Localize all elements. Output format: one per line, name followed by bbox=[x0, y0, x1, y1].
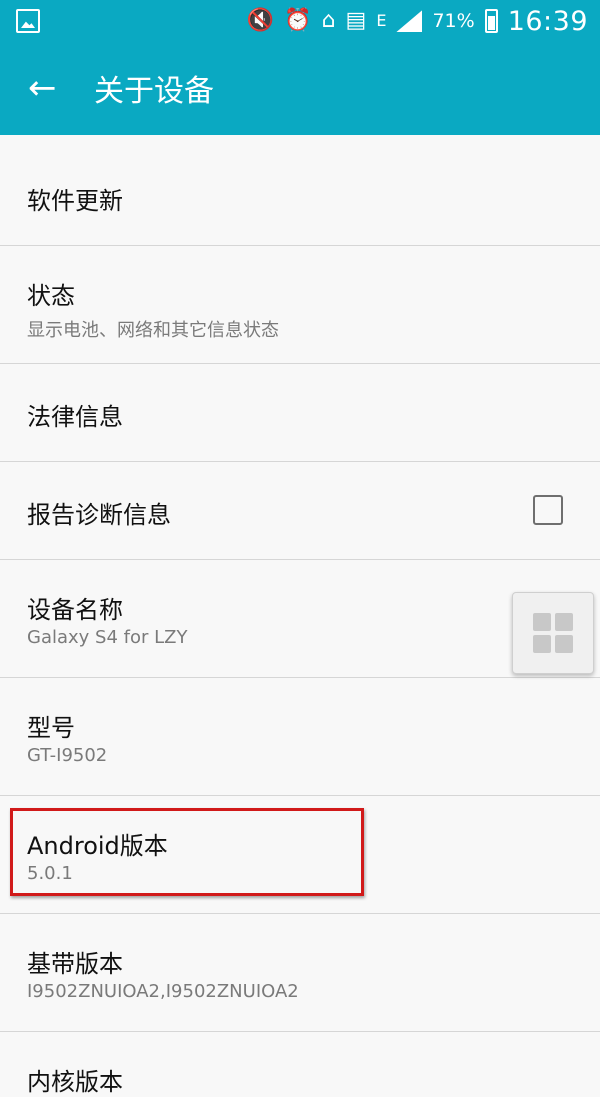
settings-list: 软件更新 状态 显示电池、网络和其它信息状态 法律信息 报告诊断信息 设备名称 … bbox=[0, 135, 600, 1096]
list-item-legal-info[interactable]: 法律信息 bbox=[0, 364, 600, 462]
item-title: 设备名称 bbox=[27, 596, 123, 624]
list-item-diagnostic-report[interactable]: 报告诊断信息 bbox=[0, 462, 600, 560]
grid-icon bbox=[533, 613, 573, 653]
status-bar: 🔇 ⏰ ⌂ ▤ E 71% 16:39 bbox=[0, 0, 600, 42]
status-icons: 🔇 ⏰ ⌂ ▤ E 71% 16:39 bbox=[247, 0, 588, 42]
list-item-baseband-version[interactable]: 基带版本 I9502ZNUIOA2,I9502ZNUIOA2 bbox=[0, 914, 600, 1032]
item-subtitle: GT-I9502 bbox=[27, 745, 108, 766]
item-title: 型号 bbox=[27, 714, 75, 742]
item-subtitle: 显示电池、网络和其它信息状态 bbox=[27, 320, 279, 341]
arrow-left-icon[interactable]: ← bbox=[28, 70, 66, 108]
mute-icon: 🔇 bbox=[246, 8, 275, 33]
signal-icon bbox=[396, 10, 423, 32]
data-icon: ▤ bbox=[345, 8, 367, 33]
gallery-icon bbox=[16, 9, 40, 33]
battery-icon bbox=[484, 9, 498, 33]
item-title: 内核版本 bbox=[27, 1068, 123, 1096]
list-item-model[interactable]: 型号 GT-I9502 bbox=[0, 678, 600, 796]
item-title: 软件更新 bbox=[27, 187, 123, 215]
list-item-kernel-version[interactable]: 内核版本 bbox=[0, 1032, 600, 1096]
item-subtitle: I9502ZNUIOA2,I9502ZNUIOA2 bbox=[27, 981, 299, 1002]
list-item-status[interactable]: 状态 显示电池、网络和其它信息状态 bbox=[0, 246, 600, 364]
list-item-software-update[interactable]: 软件更新 bbox=[0, 135, 600, 246]
item-title: 状态 bbox=[27, 282, 75, 310]
list-item-device-name[interactable]: 设备名称 Galaxy S4 for LZY bbox=[0, 560, 600, 678]
item-title: 法律信息 bbox=[27, 403, 123, 431]
alarm-icon: ⏰ bbox=[284, 8, 312, 33]
item-title: 基带版本 bbox=[27, 950, 123, 978]
highlight-box bbox=[10, 808, 364, 896]
diagnostic-checkbox[interactable] bbox=[533, 495, 563, 525]
clock: 16:39 bbox=[507, 5, 588, 37]
network-e-icon: E bbox=[376, 11, 387, 30]
item-title: 报告诊断信息 bbox=[27, 501, 171, 529]
app-bar: ← 关于设备 bbox=[0, 42, 600, 135]
home-icon: ⌂ bbox=[321, 8, 336, 33]
battery-percent: 71% bbox=[432, 10, 475, 32]
assistant-menu-button[interactable] bbox=[512, 592, 594, 674]
item-subtitle: Galaxy S4 for LZY bbox=[27, 627, 188, 648]
page-title: 关于设备 bbox=[94, 74, 214, 109]
